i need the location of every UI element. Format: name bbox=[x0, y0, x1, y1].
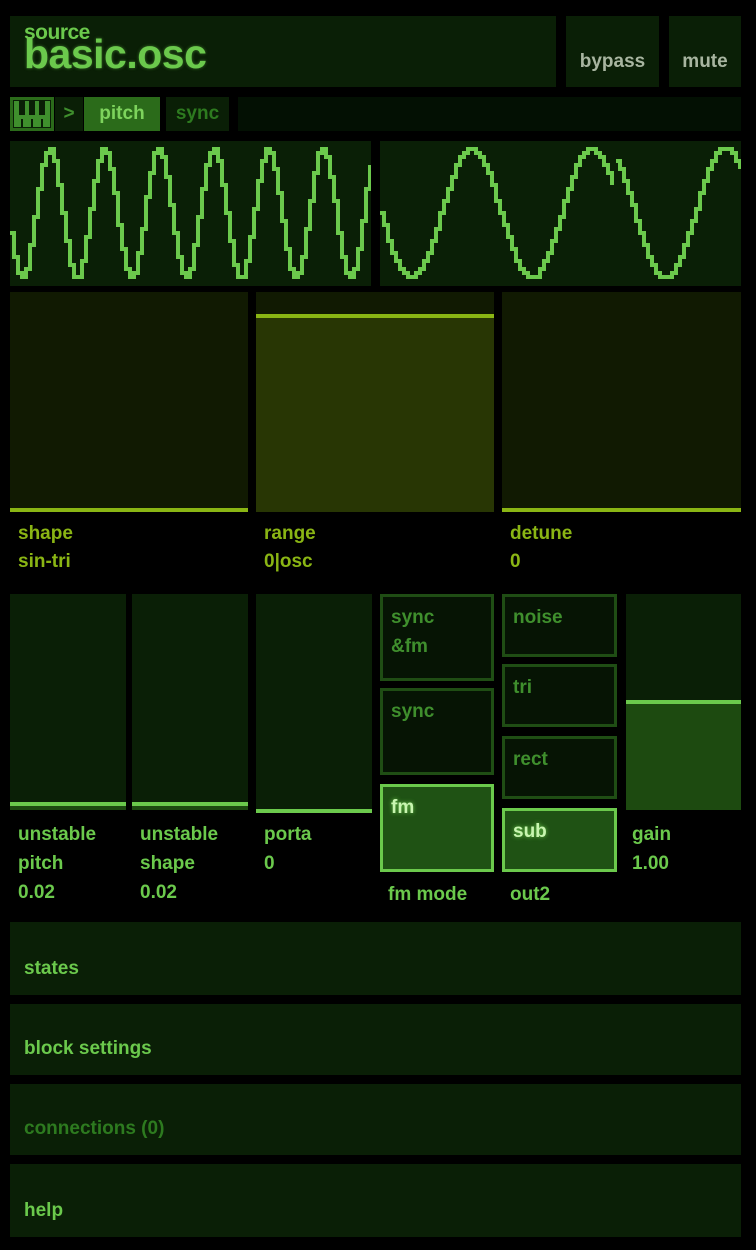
shape-label-group: shape sin-tri bbox=[18, 520, 73, 576]
tab-sync[interactable]: sync bbox=[166, 97, 229, 131]
gain-label-group: gain 1.00 bbox=[632, 820, 671, 878]
slider-fill bbox=[256, 318, 494, 512]
option-label: fm bbox=[391, 797, 415, 818]
waveform-trace bbox=[616, 147, 741, 279]
range-slider[interactable] bbox=[256, 292, 494, 512]
out2-option-sub[interactable]: sub bbox=[502, 808, 617, 872]
option-label: noise bbox=[513, 607, 563, 628]
shape-slider[interactable] bbox=[10, 292, 248, 512]
porta-value: 0 bbox=[264, 853, 275, 874]
slider-fill bbox=[132, 806, 248, 810]
detune-label: detune bbox=[510, 523, 573, 544]
keyboard-button[interactable] bbox=[10, 97, 54, 131]
option-label: sub bbox=[513, 821, 547, 842]
bypass-button[interactable]: bypass bbox=[566, 16, 659, 87]
keyboard-icon bbox=[13, 100, 51, 128]
oscillator-scope-right bbox=[380, 141, 741, 286]
module-title: basic.osc bbox=[24, 31, 207, 77]
section-help[interactable]: help bbox=[10, 1164, 741, 1237]
slider-handle[interactable] bbox=[10, 802, 126, 806]
shape-value: sin-tri bbox=[18, 551, 71, 572]
unstable-pitch-label: unstable bbox=[18, 824, 97, 845]
slider-fill bbox=[626, 704, 741, 810]
shape-label: shape bbox=[18, 523, 73, 544]
slider-handle[interactable] bbox=[10, 508, 248, 512]
porta-label-group: porta 0 bbox=[264, 820, 312, 878]
section-states[interactable]: states bbox=[10, 922, 741, 995]
unstable-pitch-value: 0.02 bbox=[18, 882, 55, 903]
section-block-settings[interactable]: block settings bbox=[10, 1004, 741, 1075]
fm-mode-label: fm mode bbox=[388, 884, 468, 905]
slider-handle[interactable] bbox=[256, 314, 494, 318]
unstable-shape-value: 0.02 bbox=[140, 882, 177, 903]
range-label-group: range 0|osc bbox=[264, 520, 316, 576]
slider-handle[interactable] bbox=[132, 802, 248, 806]
range-value: 0|osc bbox=[264, 551, 313, 572]
option-label: sync bbox=[391, 701, 435, 722]
unstable-pitch-slider[interactable] bbox=[10, 594, 126, 810]
detune-slider[interactable] bbox=[502, 292, 741, 512]
waveform-trace bbox=[10, 147, 371, 279]
breadcrumb-separator: > bbox=[55, 97, 83, 131]
fm-mode-option-fm[interactable]: fm bbox=[380, 784, 494, 872]
range-label: range bbox=[264, 523, 316, 544]
porta-slider[interactable] bbox=[256, 594, 372, 813]
slider-handle[interactable] bbox=[256, 809, 372, 813]
unstable-shape-label-group: unstable shape 0.02 bbox=[140, 820, 218, 907]
unstable-pitch-label-2: pitch bbox=[18, 853, 64, 874]
porta-label: porta bbox=[264, 824, 312, 845]
out2-option-tri[interactable]: tri bbox=[502, 664, 617, 727]
option-label-2: &fm bbox=[391, 636, 428, 657]
option-label: sync bbox=[391, 607, 435, 628]
waveform-trace bbox=[380, 147, 614, 279]
gain-value: 1.00 bbox=[632, 853, 669, 874]
module-header: source basic.osc bbox=[10, 16, 556, 87]
unstable-shape-label-2: shape bbox=[140, 853, 195, 874]
breadcrumb-spacer bbox=[238, 97, 741, 131]
option-label: rect bbox=[513, 749, 548, 770]
fm-mode-option-sync-fm[interactable]: sync &fm bbox=[380, 594, 494, 681]
mute-button[interactable]: mute bbox=[669, 16, 741, 87]
out2-option-noise[interactable]: noise bbox=[502, 594, 617, 657]
gain-slider[interactable] bbox=[626, 594, 741, 810]
tab-pitch[interactable]: pitch bbox=[84, 97, 160, 131]
unstable-shape-slider[interactable] bbox=[132, 594, 248, 810]
option-label: tri bbox=[513, 677, 532, 698]
gain-label: gain bbox=[632, 824, 672, 845]
out2-option-rect[interactable]: rect bbox=[502, 736, 617, 799]
unstable-pitch-label-group: unstable pitch 0.02 bbox=[18, 820, 96, 907]
unstable-shape-label: unstable bbox=[140, 824, 219, 845]
out2-label: out2 bbox=[510, 884, 551, 905]
slider-handle[interactable] bbox=[626, 700, 741, 704]
slider-fill bbox=[10, 806, 126, 810]
section-connections[interactable]: connections (0) bbox=[10, 1084, 741, 1155]
detune-value: 0 bbox=[510, 551, 521, 572]
oscillator-scope-left bbox=[10, 141, 371, 286]
detune-label-group: detune 0 bbox=[510, 520, 572, 576]
slider-handle[interactable] bbox=[502, 508, 741, 512]
fm-mode-option-sync[interactable]: sync bbox=[380, 688, 494, 775]
